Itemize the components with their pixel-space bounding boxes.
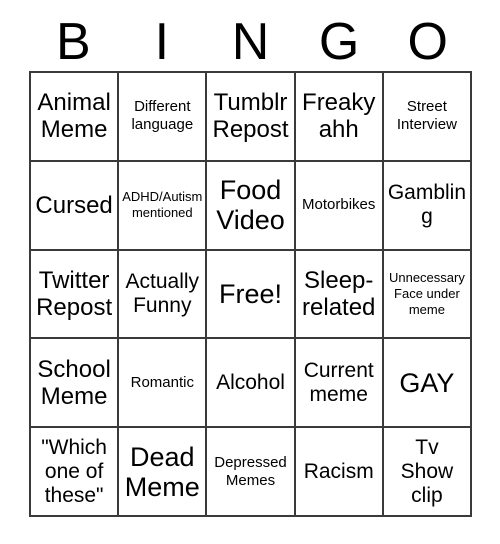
bingo-cell-label: Twitter Repost: [36, 266, 113, 321]
bingo-cell-label: Food Video: [216, 175, 285, 236]
bingo-row: Cursed ADHD/Autism mentioned Food Video …: [31, 161, 473, 251]
bingo-cell-o5[interactable]: Tv Show clip: [383, 428, 473, 517]
bingo-row: Animal Meme Different language Tumblr Re…: [31, 73, 473, 162]
bingo-cell-n5[interactable]: Depressed Memes: [207, 428, 296, 517]
bingo-cell-label: Different language: [131, 98, 194, 134]
bingo-cell-label: Street Interview: [396, 98, 457, 134]
bingo-cell-g1[interactable]: Freaky ahh: [295, 73, 384, 162]
bingo-cell-label: Alcohol: [216, 370, 285, 394]
bingo-cell-i5[interactable]: Dead Meme: [119, 428, 208, 517]
bingo-row: Twitter Repost Actually Funny Free! Slee…: [31, 250, 473, 340]
bingo-cell-label: Current meme: [303, 358, 374, 406]
bingo-cell-n1[interactable]: Tumblr Repost: [207, 73, 296, 162]
bingo-cell-label: Tv Show clip: [400, 435, 454, 507]
bingo-cell-label: Racism: [303, 459, 374, 483]
bingo-header-row: B I N G O: [29, 8, 472, 70]
bingo-cell-label: Motorbikes: [302, 196, 376, 214]
bingo-cell-label: "Which one of these": [41, 435, 107, 507]
bingo-cell-label: Cursed: [35, 191, 113, 219]
bingo-row: "Which one of these" Dead Meme Depressed…: [31, 428, 473, 517]
bingo-cell-i3[interactable]: Actually Funny: [119, 250, 208, 340]
bingo-cell-label: Unnecessary Face under meme: [388, 269, 465, 317]
bingo-card: B I N G O Animal Meme Different language…: [0, 0, 500, 544]
bingo-cell-label: Romantic: [130, 373, 194, 391]
bingo-cell-i4[interactable]: Romantic: [119, 339, 208, 429]
bingo-header-letter-i: I: [154, 13, 170, 71]
bingo-cell-label: Dead Meme: [124, 441, 200, 502]
bingo-cell-n4[interactable]: Alcohol: [207, 339, 296, 429]
bingo-cell-label: Gambling: [387, 181, 467, 229]
bingo-cell-label: Free!: [218, 278, 283, 309]
bingo-cell-i2[interactable]: ADHD/Autism mentioned: [119, 161, 208, 251]
bingo-cell-label: Animal Meme: [37, 89, 111, 144]
bingo-row: School Meme Romantic Alcohol Current mem…: [31, 339, 473, 429]
bingo-cell-label: Depressed Memes: [214, 453, 287, 489]
bingo-cell-g5[interactable]: Racism: [295, 428, 384, 517]
bingo-cell-label: Freaky ahh: [302, 89, 376, 144]
bingo-cell-i1[interactable]: Different language: [119, 73, 208, 162]
bingo-header-letter-g: G: [318, 13, 360, 71]
bingo-cell-b2[interactable]: Cursed: [31, 161, 120, 251]
bingo-cell-label: School Meme: [37, 355, 111, 410]
bingo-cell-b1[interactable]: Animal Meme: [31, 73, 120, 162]
bingo-cell-g3[interactable]: Sleep- related: [295, 250, 384, 340]
bingo-cell-label: Sleep- related: [302, 266, 376, 321]
bingo-grid: Animal Meme Different language Tumblr Re…: [29, 71, 473, 517]
bingo-cell-g4[interactable]: Current meme: [295, 339, 384, 429]
bingo-cell-free-space[interactable]: Free!: [207, 250, 296, 340]
bingo-cell-label: Tumblr Repost: [212, 89, 289, 144]
bingo-cell-o1[interactable]: Street Interview: [383, 73, 473, 162]
bingo-cell-label: ADHD/Autism mentioned: [122, 189, 203, 221]
bingo-cell-b4[interactable]: School Meme: [31, 339, 120, 429]
bingo-cell-o3[interactable]: Unnecessary Face under meme: [383, 250, 473, 340]
bingo-header-letter-b: B: [55, 13, 91, 71]
bingo-cell-b3[interactable]: Twitter Repost: [31, 250, 120, 340]
bingo-cell-b5[interactable]: "Which one of these": [31, 428, 120, 517]
bingo-cell-label: Actually Funny: [125, 269, 200, 317]
bingo-header-letter-n: N: [231, 13, 270, 71]
bingo-cell-label: GAY: [399, 367, 455, 398]
bingo-header-letter-o: O: [407, 13, 448, 71]
bingo-cell-n2[interactable]: Food Video: [207, 161, 296, 251]
bingo-cell-o2[interactable]: Gambling: [383, 161, 473, 251]
bingo-cell-g2[interactable]: Motorbikes: [295, 161, 384, 251]
bingo-cell-o4[interactable]: GAY: [383, 339, 473, 429]
